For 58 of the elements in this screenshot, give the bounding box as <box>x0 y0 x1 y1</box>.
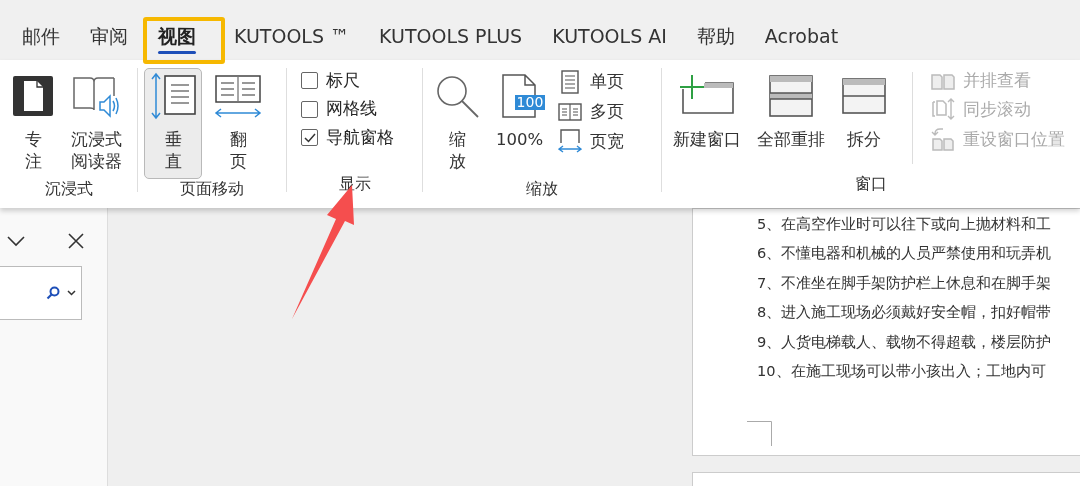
zoom-level-badge: 100 <box>514 95 546 111</box>
ribbon-button[interactable]: 沉浸式 阅读器 <box>66 68 127 179</box>
group-label: 缩放 <box>525 180 559 197</box>
dropdown-icon[interactable] <box>67 290 76 296</box>
side-by-side-icon <box>931 71 955 90</box>
checkbox[interactable] <box>301 100 318 118</box>
collapse-icon[interactable] <box>6 234 26 248</box>
ribbon-button[interactable]: 翻 页 <box>208 68 268 179</box>
ribbon-tab[interactable]: KUTOOLS PLUS <box>379 25 523 52</box>
sync-scroll-icon <box>931 98 955 121</box>
vertical-pages-icon <box>149 71 197 121</box>
document-line: 9、人货电梯载人、载物不得超载，楼层防护 <box>757 331 1053 352</box>
split-window-icon <box>841 77 887 115</box>
ribbon-button[interactable]: 缩 放 <box>429 68 485 179</box>
checkbox[interactable] <box>301 129 318 147</box>
corner-mark <box>747 421 773 446</box>
ribbon-button[interactable]: 垂 直 <box>144 68 202 179</box>
ribbon-tab[interactable]: 邮件 <box>22 25 60 52</box>
checkbox-label[interactable]: 标尺 <box>326 70 360 92</box>
book-speaker-icon <box>71 74 122 118</box>
ribbon-tab[interactable]: Acrobat <box>764 25 839 52</box>
ribbon-tab[interactable]: KUTOOLS AI <box>552 25 667 52</box>
close-icon[interactable] <box>68 233 84 249</box>
focus-icon <box>11 74 55 118</box>
group-label: 页面移动 <box>179 180 245 197</box>
ribbon-button[interactable]: 多页 <box>558 101 625 123</box>
ribbon-button[interactable]: 专 注 <box>6 68 60 179</box>
document-line: 7、不准坐在脚手架防护栏上休息和在脚手架 <box>757 272 1053 293</box>
ribbon-button[interactable]: 单页 <box>558 70 625 94</box>
group-label: 沉浸式 <box>43 180 94 197</box>
document-line: 6、不懂电器和机械的人员严禁使用和玩弄机 <box>757 243 1053 264</box>
stacked-windows-icon <box>768 74 814 118</box>
new-window-icon <box>679 75 735 117</box>
document-line: 5、在高空作业时可以往下或向上抛材料和工 <box>757 214 1053 234</box>
single-page-icon <box>560 70 581 94</box>
checkbox-label[interactable]: 网格线 <box>326 98 377 120</box>
reset-windows-icon <box>931 127 955 152</box>
side-pages-icon <box>213 72 263 120</box>
document-line: 8、进入施工现场必须戴好安全帽，扣好帽带 <box>757 302 1053 323</box>
document-line: 10、在施工现场可以带小孩出入；工地内可 <box>757 361 1047 382</box>
ribbon-button[interactable]: 页宽 <box>558 129 625 154</box>
page-width-icon <box>558 129 583 154</box>
group-label: 显示 <box>337 176 372 192</box>
ribbon-tab[interactable]: 审阅 <box>90 25 128 52</box>
checkbox[interactable] <box>301 72 318 90</box>
search-icon[interactable] <box>46 286 60 300</box>
magnifier-icon <box>434 73 480 119</box>
checkbox-label[interactable]: 导航窗格 <box>326 126 394 149</box>
ribbon-button[interactable]: 新建窗口 <box>668 68 746 157</box>
ribbon-button[interactable]: 全部重排 <box>752 68 830 157</box>
ribbon-tab[interactable]: 视图 <box>158 25 196 52</box>
ribbon-button[interactable]: 拆分 <box>836 68 892 157</box>
ribbon-button[interactable]: 100 100% <box>491 68 549 157</box>
two-pages-icon <box>558 102 583 121</box>
ribbon-tab[interactable]: KUTOOLS ™ <box>234 25 350 52</box>
ribbon-tab[interactable]: 帮助 <box>696 25 735 52</box>
search-field[interactable] <box>0 266 82 320</box>
group-label: 窗口 <box>854 176 888 192</box>
